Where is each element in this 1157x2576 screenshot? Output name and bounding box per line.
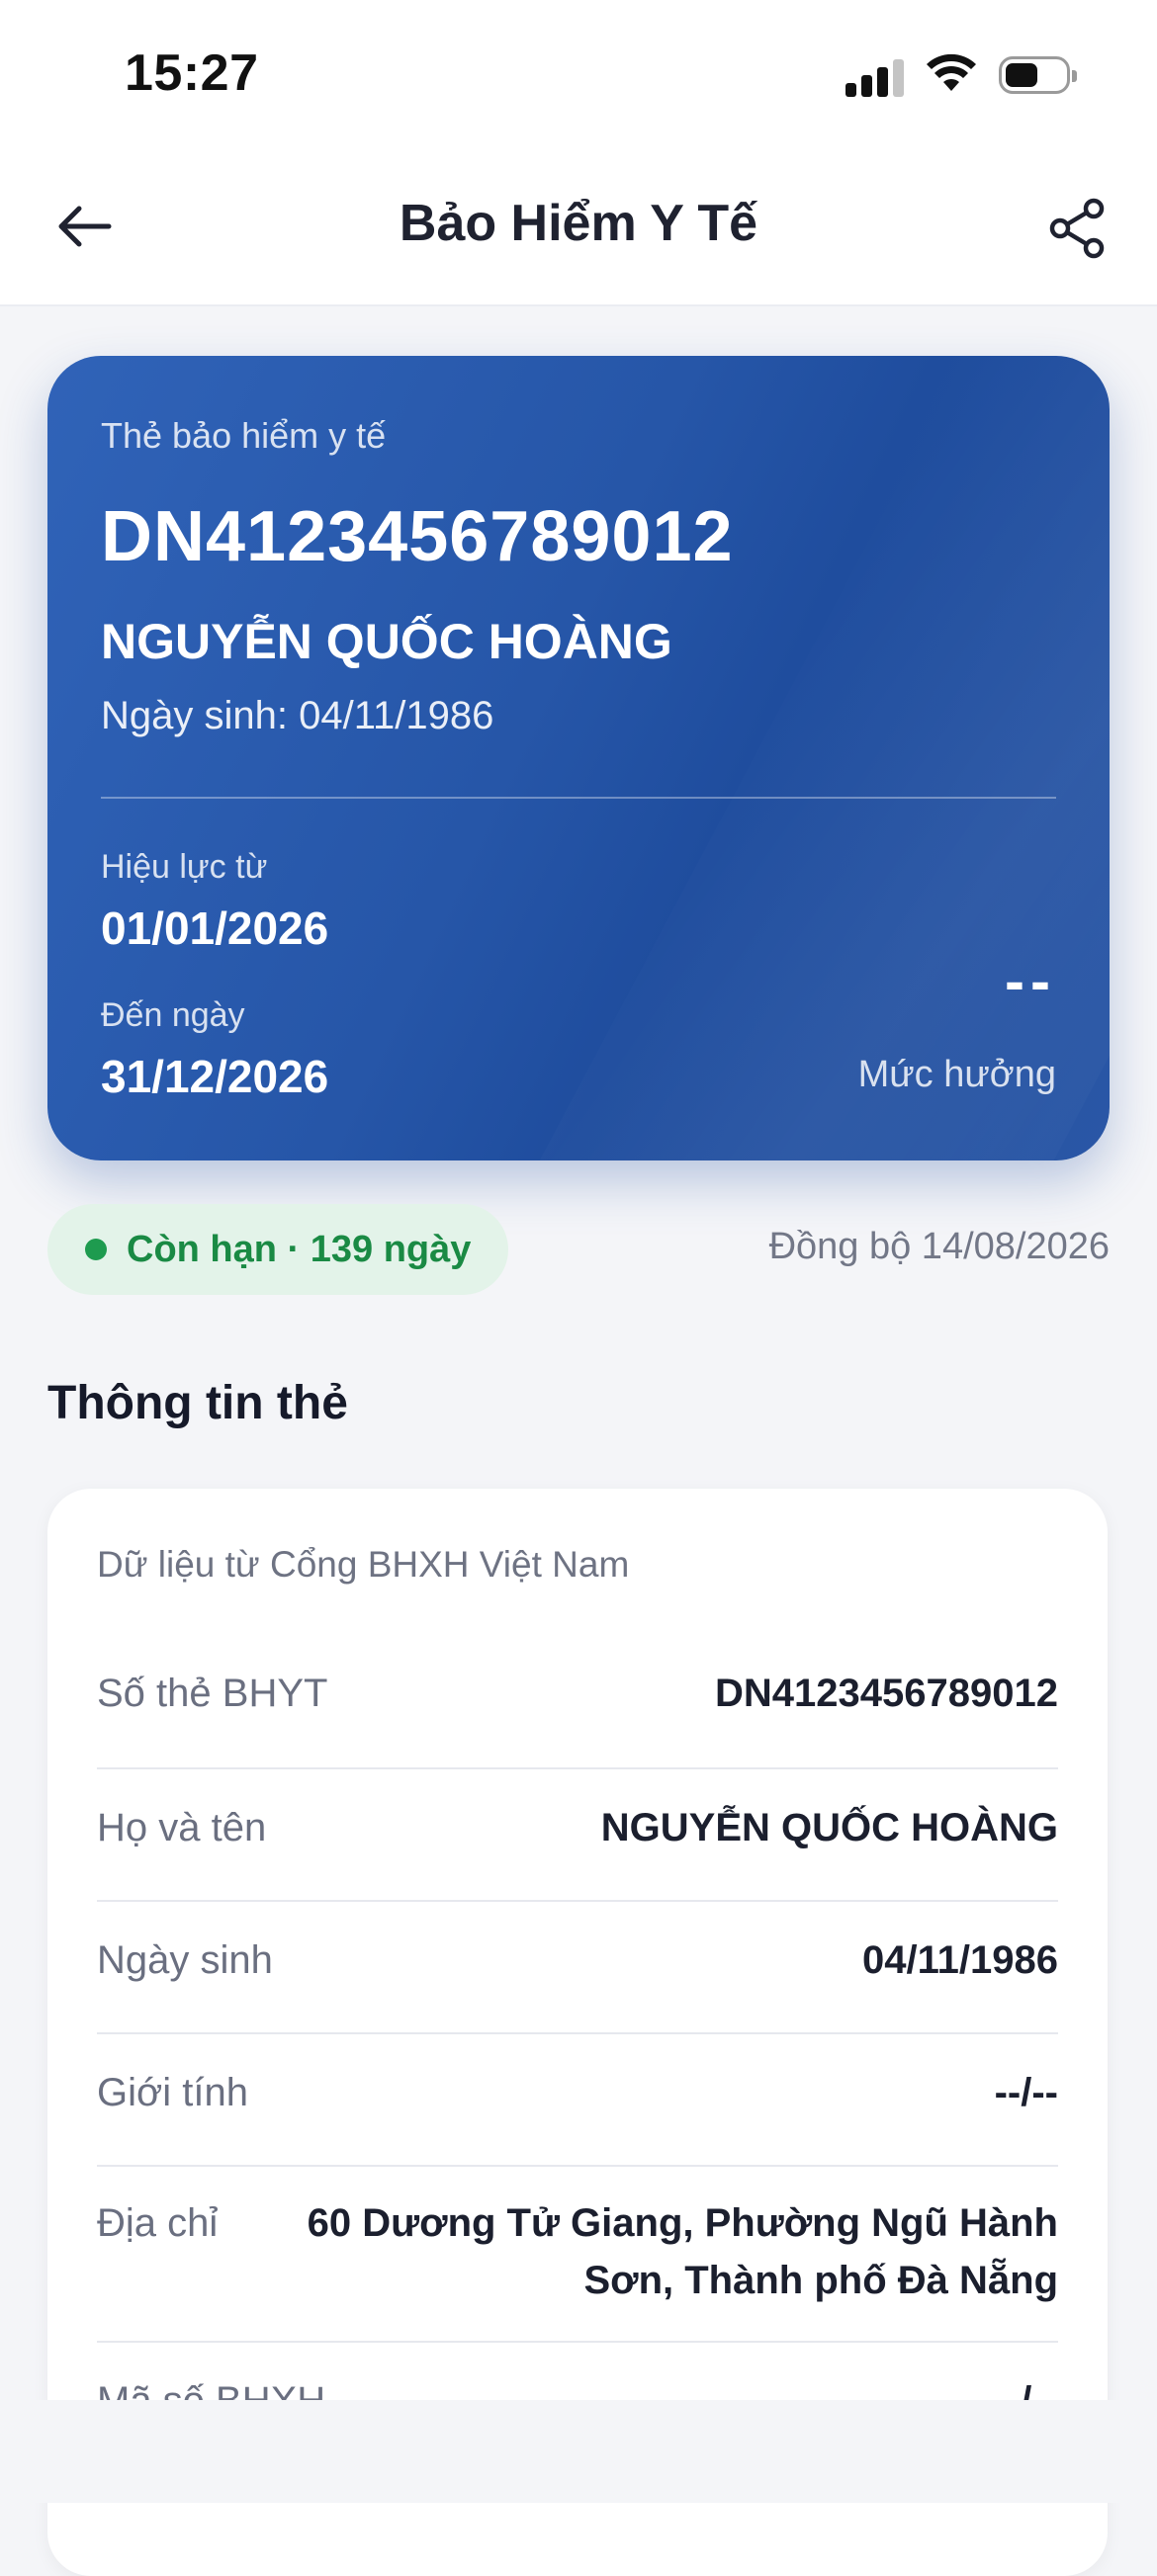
cellular-signal-icon (846, 57, 905, 97)
info-row-label: Họ và tên (97, 1806, 267, 1849)
scroll-clip (0, 2400, 1157, 2503)
info-row-full-name: Họ và tên NGUYỄN QUỐC HOÀNG (97, 1769, 1058, 1902)
page-title: Bảo Hiểm Y Tế (399, 195, 758, 252)
benefit-level-value: -- (1005, 948, 1056, 1014)
battery-icon (999, 56, 1077, 94)
navigation-bar: Bảo Hiểm Y Tế (0, 148, 1157, 306)
info-row-value: DN4123456789012 (715, 1672, 1058, 1715)
insurance-card[interactable]: Thẻ bảo hiểm y tế DN4123456789012 NGUYỄN… (47, 356, 1110, 1160)
info-row-label: Địa chỉ (97, 2201, 219, 2245)
status-bar: 15:27 (0, 0, 1157, 148)
info-row-label: Số thẻ BHYT (97, 1672, 328, 1715)
card-dob-label: Ngày sinh: (101, 694, 288, 737)
section-title: Thông tin thẻ (47, 1377, 348, 1429)
info-row-value: 04/11/1986 (862, 1938, 1058, 1982)
info-row-value: NGUYỄN QUỐC HOÀNG (600, 1806, 1058, 1849)
valid-from-label: Hiệu lực từ (101, 848, 268, 886)
status-dot-icon (85, 1239, 107, 1260)
info-row-dob: Ngày sinh 04/11/1986 (97, 1902, 1058, 2034)
share-button[interactable] (1038, 190, 1115, 267)
info-row-label: Ngày sinh (97, 1938, 273, 1982)
card-dob-value: 04/11/1986 (299, 694, 494, 737)
wifi-icon (927, 53, 976, 91)
card-dob: Ngày sinh: 04/11/1986 (101, 694, 493, 738)
card-holder-name: NGUYỄN QUỐC HOÀNG (101, 614, 672, 669)
info-row-card-number: Số thẻ BHYT DN4123456789012 (97, 1637, 1058, 1769)
sync-timestamp: Đồng bộ 14/08/2026 (768, 1226, 1110, 1267)
valid-to-value: 31/12/2026 (101, 1051, 329, 1102)
card-divider (101, 797, 1056, 799)
status-time: 15:27 (125, 44, 259, 102)
share-icon (1049, 198, 1105, 259)
status-badge-text: Còn hạn · 139 ngày (127, 1228, 472, 1270)
data-source-note: Dữ liệu từ Cổng BHXH Việt Nam (97, 1544, 630, 1585)
info-row-value: --/-- (994, 2071, 1058, 2114)
status-badge: Còn hạn · 139 ngày (47, 1204, 508, 1295)
valid-to-label: Đến ngày (101, 996, 245, 1034)
info-row-value: 60 Dương Tử Giang, Phường Ngũ Hành Sơn, … (307, 2201, 1058, 2302)
info-row-label: Giới tính (97, 2071, 248, 2114)
card-label: Thẻ bảo hiểm y tế (101, 415, 387, 456)
benefit-level-label: Mức hưởng (857, 1054, 1056, 1095)
valid-from-value: 01/01/2026 (101, 902, 329, 954)
info-row-gender: Giới tính --/-- (97, 2034, 1058, 2167)
card-number: DN4123456789012 (101, 497, 734, 576)
info-row-address: Địa chỉ 60 Dương Tử Giang, Phường Ngũ Hà… (97, 2167, 1058, 2343)
